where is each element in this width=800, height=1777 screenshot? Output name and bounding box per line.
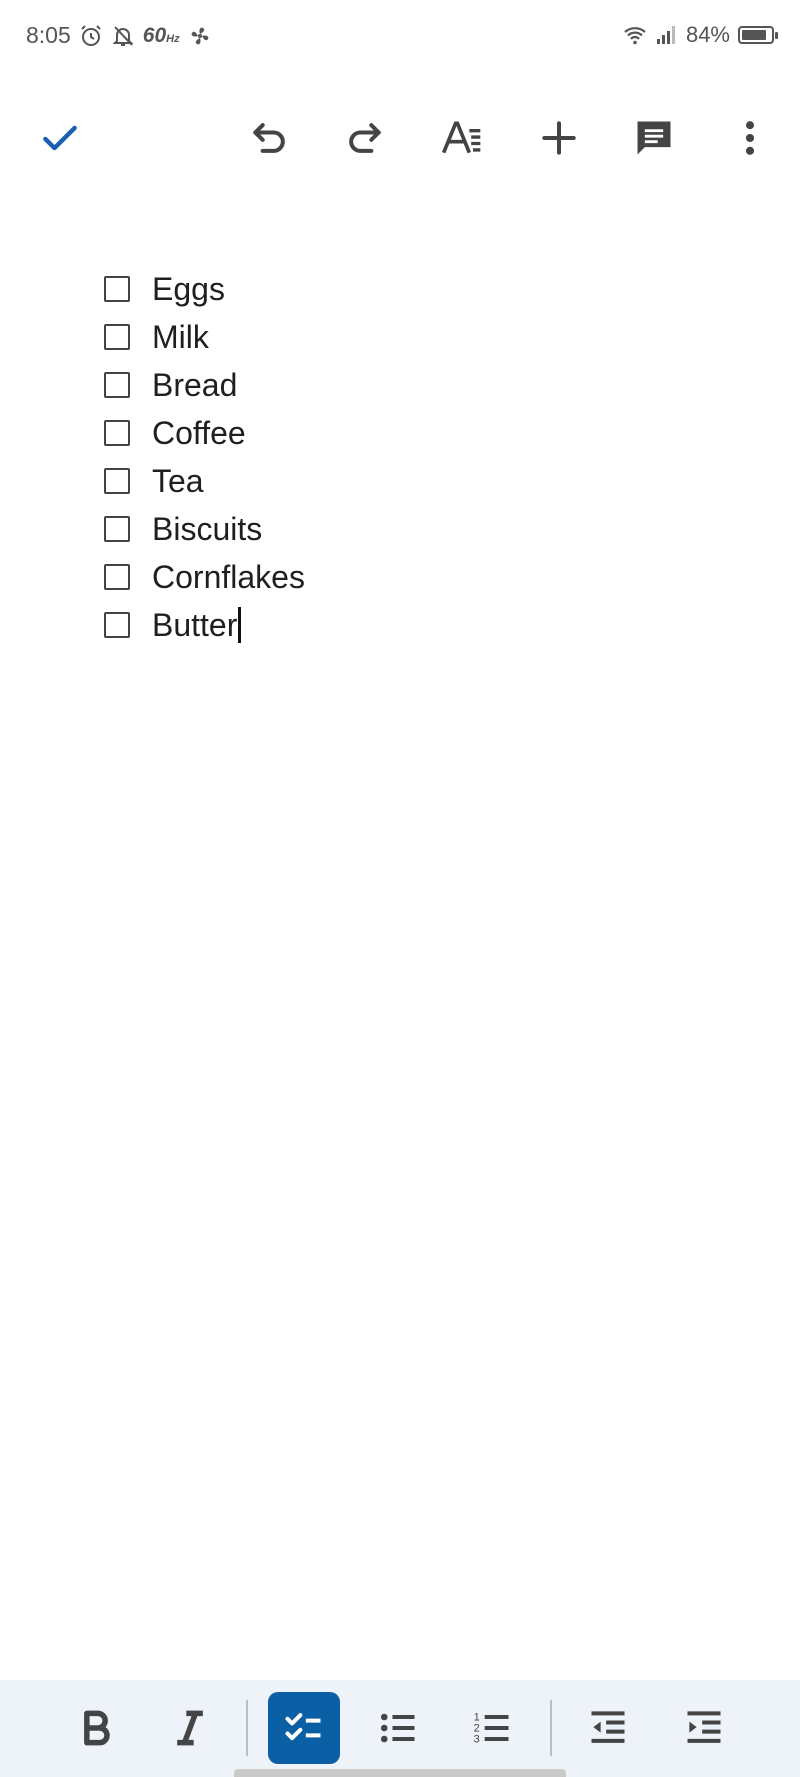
docs-editor-screen: 8:05 60Hz 84% Eggs Milk Bread Coffee Tea… <box>0 0 800 1777</box>
toolbar-divider <box>246 1700 248 1756</box>
add-icon <box>542 121 576 155</box>
text-cursor <box>238 606 242 643</box>
bulleted-list-button[interactable] <box>362 1692 434 1764</box>
increase-indent-icon <box>687 1711 721 1743</box>
redo-button[interactable] <box>332 100 396 176</box>
comment-icon <box>637 121 671 155</box>
status-bar: 8:05 60Hz 84% <box>0 0 800 76</box>
alarm-icon <box>79 24 103 48</box>
battery-percent: 84% <box>685 22 730 47</box>
checklist-icon <box>285 1713 321 1741</box>
top-toolbar <box>0 100 800 176</box>
item-text[interactable]: Bread <box>152 367 237 404</box>
undo-button[interactable] <box>238 100 302 176</box>
bulleted-list-icon <box>380 1713 415 1743</box>
fan-icon <box>188 24 212 48</box>
text-format-icon <box>441 121 481 154</box>
italic-icon <box>177 1710 203 1746</box>
decrease-indent-icon <box>591 1711 625 1743</box>
item-checkbox[interactable] <box>104 612 130 638</box>
numbered-list-button[interactable]: 123 <box>456 1692 528 1764</box>
list-item: Butter <box>104 601 305 649</box>
check-icon <box>43 125 77 151</box>
refresh-rate: 60Hz <box>142 23 180 47</box>
italic-button[interactable] <box>154 1692 226 1764</box>
decrease-indent-button[interactable] <box>572 1692 644 1764</box>
battery-level <box>742 30 766 40</box>
item-text[interactable]: Butter <box>152 606 242 644</box>
more-options-button[interactable] <box>718 100 782 176</box>
notifications-off-icon <box>111 24 135 48</box>
list-item: Tea <box>104 457 305 505</box>
toolbar-divider <box>550 1700 552 1756</box>
document-checklist: Eggs Milk Bread Coffee Tea Biscuits Corn… <box>104 265 305 649</box>
format-toolbar: 123 <box>0 1680 800 1777</box>
svg-text:3: 3 <box>474 1734 480 1746</box>
more-vert-icon <box>745 121 755 155</box>
status-time: 8:05 <box>26 22 71 48</box>
item-text[interactable]: Tea <box>152 463 204 500</box>
list-item: Milk <box>104 313 305 361</box>
wifi-icon <box>622 23 646 47</box>
list-item: Bread <box>104 361 305 409</box>
item-text[interactable]: Milk <box>152 319 209 356</box>
numbered-list-icon: 123 <box>474 1712 509 1746</box>
signal-icon <box>654 23 678 47</box>
done-button[interactable] <box>28 100 92 176</box>
list-item: Cornflakes <box>104 553 305 601</box>
item-text[interactable]: Eggs <box>152 271 225 308</box>
item-checkbox[interactable] <box>104 564 130 590</box>
item-checkbox[interactable] <box>104 420 130 446</box>
list-item: Biscuits <box>104 505 305 553</box>
comment-button[interactable] <box>622 100 686 176</box>
undo-icon <box>253 123 285 153</box>
battery-icon <box>738 26 778 44</box>
redo-icon <box>349 123 381 153</box>
item-text[interactable]: Biscuits <box>152 511 262 548</box>
bold-icon <box>84 1710 110 1746</box>
insert-button[interactable] <box>527 100 591 176</box>
item-text[interactable]: Cornflakes <box>152 559 305 596</box>
increase-indent-button[interactable] <box>668 1692 740 1764</box>
text-format-button[interactable] <box>430 100 494 176</box>
item-text[interactable]: Coffee <box>152 415 246 452</box>
checklist-button[interactable] <box>268 1692 340 1764</box>
list-item: Eggs <box>104 265 305 313</box>
item-checkbox[interactable] <box>104 276 130 302</box>
list-item: Coffee <box>104 409 305 457</box>
gesture-navigation-bar[interactable] <box>234 1769 566 1777</box>
bold-button[interactable] <box>60 1692 132 1764</box>
item-checkbox[interactable] <box>104 372 130 398</box>
item-checkbox[interactable] <box>104 468 130 494</box>
item-checkbox[interactable] <box>104 324 130 350</box>
item-checkbox[interactable] <box>104 516 130 542</box>
